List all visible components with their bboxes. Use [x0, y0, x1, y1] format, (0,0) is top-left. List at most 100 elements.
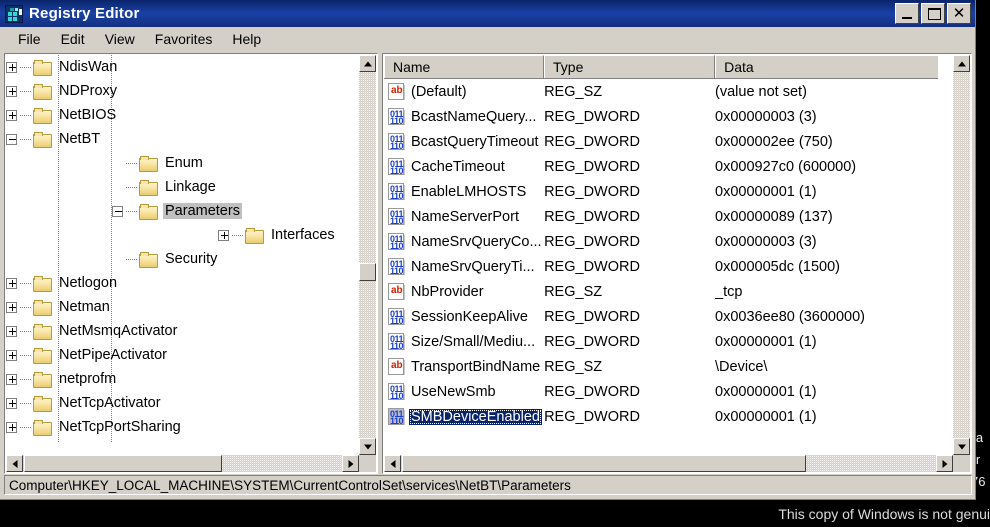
list-horizontal-scroll-thumb[interactable]	[402, 455, 806, 472]
tree-item-netpipeactivator[interactable]: NetPipeActivator	[6, 343, 169, 367]
value-name-label: BcastNameQuery...	[411, 108, 537, 125]
menu-help[interactable]: Help	[222, 29, 271, 49]
table-row[interactable]: 011 110 UseNewSmb REG_DWORD 0x00000001 (1)	[384, 379, 938, 404]
tree-item-netlogon[interactable]: Netlogon	[6, 271, 119, 295]
tree-item-label: Interfaces	[271, 227, 335, 243]
table-row[interactable]: 011 110 NameSrvQueryTi... REG_DWORD 0x000005…	[384, 254, 938, 279]
table-row[interactable]: ab (Default) REG_SZ (value not set)	[384, 79, 938, 104]
registry-key-tree-pane[interactable]: NdisWan NDProxy NetBIOS NetBT Enum Linkage Par…	[4, 53, 378, 474]
value-type-cell: REG_SZ	[544, 83, 603, 100]
close-button[interactable]: ✕	[947, 3, 971, 24]
expand-icon[interactable]	[6, 301, 17, 313]
expand-icon[interactable]	[6, 325, 17, 337]
tree-item-netmsmqactivator[interactable]: NetMsmqActivator	[6, 319, 179, 343]
tree-item-linkage[interactable]: Linkage	[59, 175, 218, 199]
table-row[interactable]: ab NbProvider REG_SZ _tcp	[384, 279, 938, 304]
folder-icon	[33, 131, 52, 148]
expand-icon[interactable]	[6, 61, 17, 73]
table-row[interactable]: 011 110 BcastNameQuery... REG_DWORD 0x000000…	[384, 104, 938, 129]
menu-bar: File Edit View Favorites Help	[0, 27, 975, 51]
list-scroll-right-button[interactable]	[936, 455, 953, 472]
tree-item-interfaces[interactable]: Interfaces	[112, 223, 337, 247]
collapse-icon[interactable]	[6, 133, 17, 145]
table-row[interactable]: 011 110 CacheTimeout REG_DWORD 0x000927c0 (6…	[384, 154, 938, 179]
value-name-label: Size/Small/Mediu...	[411, 333, 536, 350]
tree-item-security[interactable]: Security	[59, 247, 219, 271]
window-titlebar[interactable]: Registry Editor ✕	[0, 0, 975, 27]
menu-file[interactable]: File	[8, 29, 51, 49]
expand-icon[interactable]	[6, 277, 17, 289]
tree-item-nettcpactivator[interactable]: NetTcpActivator	[6, 391, 163, 415]
tree-scroll-right-button[interactable]	[342, 455, 359, 472]
dword-value-icon: 011 110	[388, 233, 405, 250]
list-horizontal-scrollbar[interactable]	[384, 455, 953, 472]
tree-item-netprofm[interactable]: netprofm	[6, 367, 118, 391]
list-scroll-up-button[interactable]	[953, 55, 970, 72]
minimize-button[interactable]	[895, 3, 919, 24]
tree-vertical-scroll-thumb[interactable]	[359, 263, 376, 281]
tree-item-parameters[interactable]: Parameters	[59, 199, 242, 223]
window-title: Registry Editor	[29, 5, 140, 22]
tree-vertical-scrollbar[interactable]	[359, 55, 376, 455]
string-value-icon: ab	[388, 83, 405, 100]
value-type-cell: REG_DWORD	[544, 133, 640, 150]
column-header-name[interactable]: Name	[384, 55, 544, 78]
value-name-label: EnableLMHOSTS	[411, 183, 527, 200]
dword-value-icon: 011 110	[388, 133, 405, 150]
expand-icon[interactable]	[6, 109, 17, 121]
value-data-cell: 0x0036ee80 (3600000)	[715, 308, 865, 325]
collapse-icon[interactable]	[112, 205, 123, 217]
value-type-cell: REG_DWORD	[544, 333, 640, 350]
tree-connector	[20, 378, 32, 380]
table-row[interactable]: 011 110 EnableLMHOSTS REG_DWORD 0x00000001 (…	[384, 179, 938, 204]
tree-item-nettcpportsharing[interactable]: NetTcpPortSharing	[6, 415, 183, 439]
tree-connector	[126, 162, 138, 164]
table-row[interactable]: 011 110 SessionKeepAlive REG_DWORD 0x0036ee8…	[384, 304, 938, 329]
value-data-cell: 0x00000001 (1)	[715, 333, 817, 350]
expand-icon[interactable]	[6, 373, 17, 385]
dword-value-icon: 011 110	[388, 108, 405, 125]
table-row[interactable]: 011 110 BcastQueryTimeout REG_DWORD 0x000002…	[384, 129, 938, 154]
maximize-button[interactable]	[921, 3, 945, 24]
tree-item-netman[interactable]: Netman	[6, 295, 112, 319]
tree-scroll-left-button[interactable]	[6, 455, 23, 472]
tree-scroll-up-button[interactable]	[359, 55, 376, 72]
menu-favorites[interactable]: Favorites	[145, 29, 223, 49]
tree-scroll-down-button[interactable]	[359, 438, 376, 455]
expand-icon[interactable]	[6, 397, 17, 409]
column-header-data[interactable]: Data	[715, 55, 938, 78]
table-row[interactable]: 011 110 Size/Small/Mediu... REG_DWORD 0x0000…	[384, 329, 938, 354]
expand-icon[interactable]	[6, 85, 17, 97]
expand-icon[interactable]	[218, 229, 229, 241]
list-vertical-scrollbar[interactable]	[953, 55, 970, 455]
expand-icon[interactable]	[6, 421, 17, 433]
menu-edit[interactable]: Edit	[51, 29, 95, 49]
value-name-label: NameSrvQueryCo...	[411, 233, 542, 250]
tree-item-netbios[interactable]: NetBIOS	[6, 103, 118, 127]
table-row[interactable]: 011 110 NameServerPort REG_DWORD 0x00000089 …	[384, 204, 938, 229]
column-header-type[interactable]: Type	[544, 55, 716, 78]
tree-connector	[20, 402, 32, 404]
tree-horizontal-scrollbar[interactable]	[6, 455, 359, 472]
tree-item-ndiswan[interactable]: NdisWan	[6, 55, 119, 79]
tree-item-label: netprofm	[59, 371, 117, 387]
table-row[interactable]: ab TransportBindName REG_SZ \Device\	[384, 354, 938, 379]
value-name-cell: 011 110 SMBDeviceEnabled	[384, 408, 544, 425]
list-scroll-down-button[interactable]	[953, 438, 970, 455]
list-scroll-left-button[interactable]	[384, 455, 401, 472]
registry-editor-icon	[5, 4, 23, 23]
tree-connector	[20, 66, 32, 68]
registry-values-pane[interactable]: Name Type Data ab (Default) REG_SZ (value n…	[382, 53, 972, 474]
folder-icon	[33, 323, 52, 340]
value-name-cell: 011 110 UseNewSmb	[384, 383, 544, 400]
table-row[interactable]: 011 110 SMBDeviceEnabled REG_DWORD 0x0000000…	[384, 404, 938, 429]
menu-view[interactable]: View	[95, 29, 145, 49]
tree-item-ndproxy[interactable]: NDProxy	[6, 79, 119, 103]
tree-item-netbt[interactable]: NetBT	[6, 127, 102, 151]
tree-item-label: Security	[165, 251, 218, 267]
tree-horizontal-scroll-thumb[interactable]	[24, 455, 222, 472]
list-scrollbar-corner	[953, 455, 970, 472]
expand-icon[interactable]	[6, 349, 17, 361]
tree-item-enum[interactable]: Enum	[59, 151, 205, 175]
table-row[interactable]: 011 110 NameSrvQueryCo... REG_DWORD 0x000000…	[384, 229, 938, 254]
